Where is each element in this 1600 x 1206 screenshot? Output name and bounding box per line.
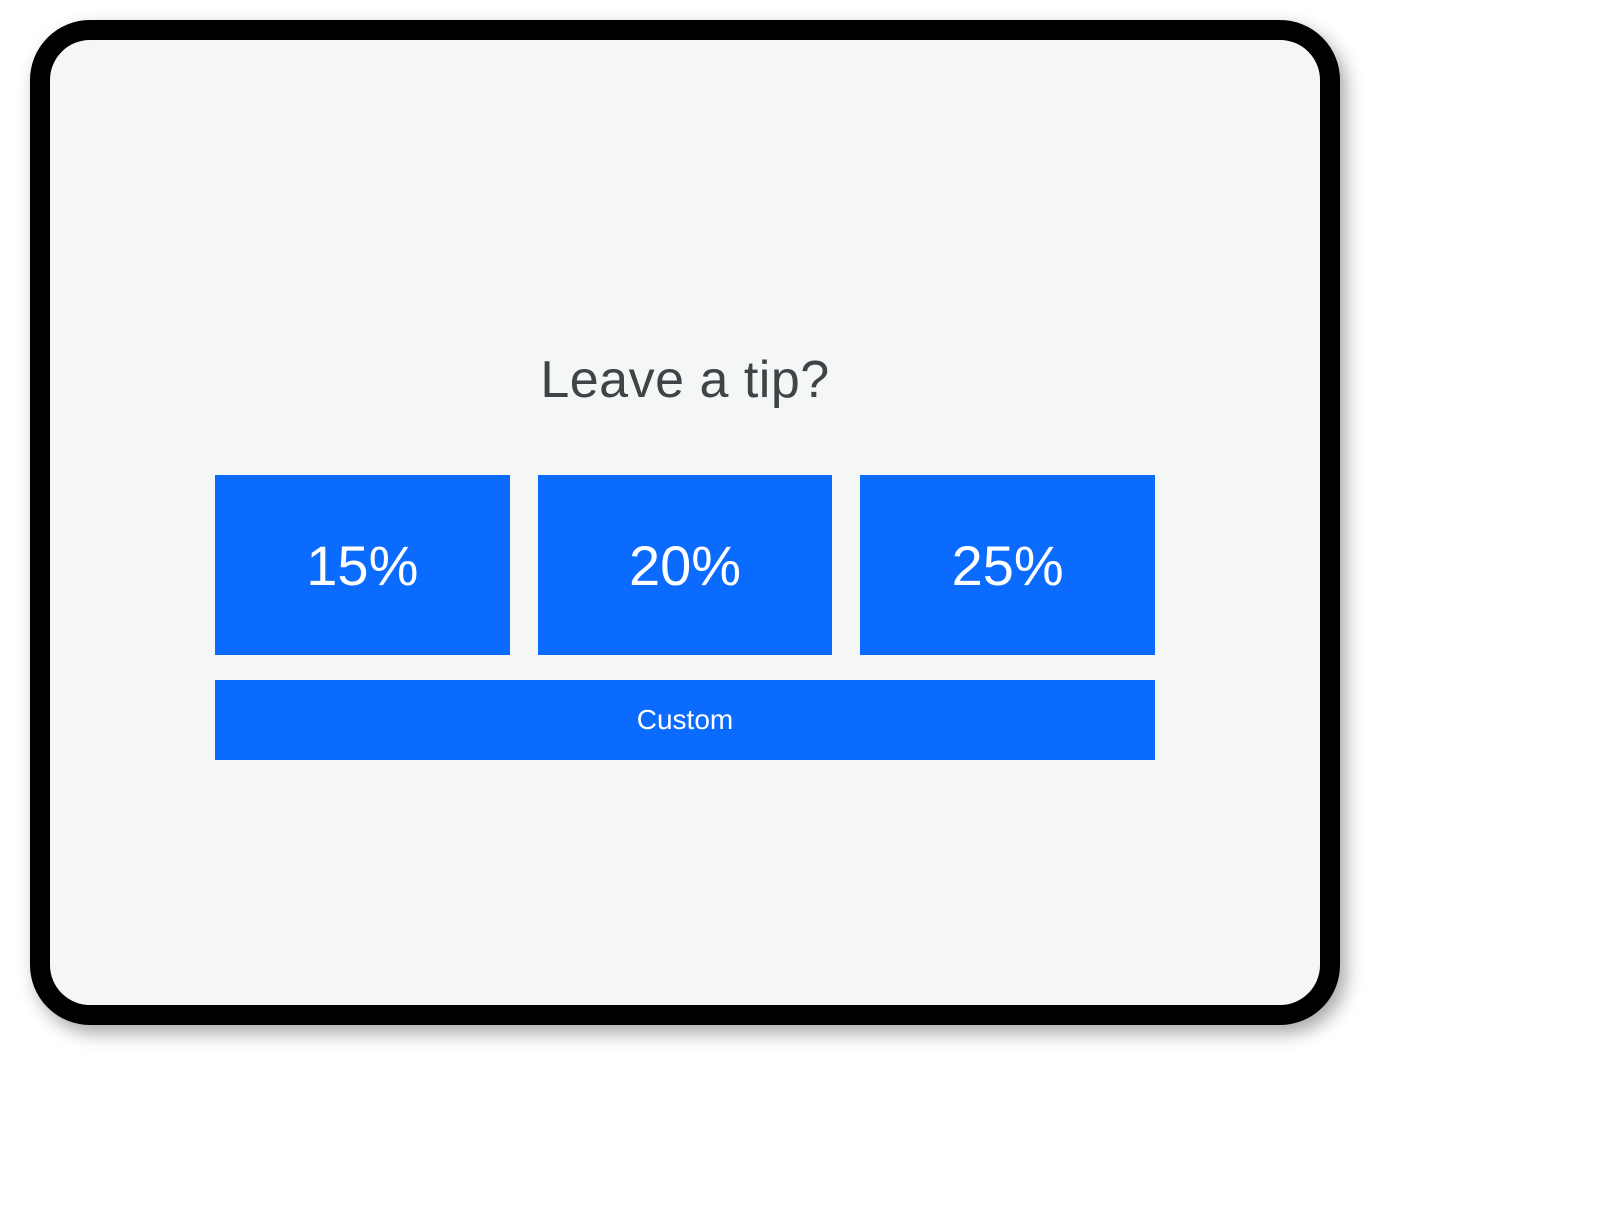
- tip-option-label: 25%: [952, 533, 1064, 598]
- tip-option-label: 15%: [306, 533, 418, 598]
- tip-option-25[interactable]: 25%: [860, 475, 1155, 655]
- tip-option-15[interactable]: 15%: [215, 475, 510, 655]
- tablet-frame: Leave a tip? 15% 20% 25% Custom: [30, 20, 1340, 1025]
- tip-screen: Leave a tip? 15% 20% 25% Custom: [50, 40, 1320, 1005]
- tip-option-20[interactable]: 20%: [538, 475, 833, 655]
- tip-prompt: Leave a tip?: [50, 350, 1320, 410]
- tip-custom-label: Custom: [637, 704, 733, 736]
- tip-options-row: 15% 20% 25%: [215, 475, 1155, 655]
- tip-custom-button[interactable]: Custom: [215, 680, 1155, 760]
- tip-option-label: 20%: [629, 533, 741, 598]
